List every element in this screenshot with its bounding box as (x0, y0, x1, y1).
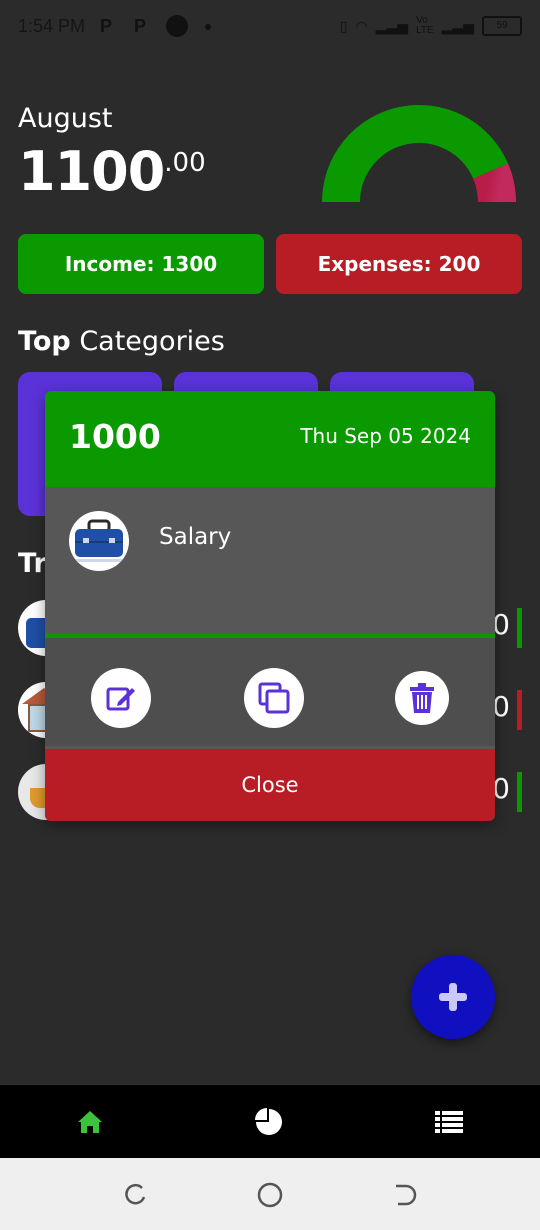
close-button[interactable]: Close (45, 749, 495, 821)
dialog-date: Thu Sep 05 2024 (300, 424, 471, 448)
gauge-expense-arc (472, 163, 516, 203)
expense-label: Expenses: 200 (317, 252, 481, 276)
home-icon (78, 1111, 102, 1133)
edit-button[interactable] (91, 668, 151, 728)
dialog-header: 1000 Thu Sep 05 2024 (45, 391, 495, 487)
gauge-income-arc (322, 105, 509, 203)
signal-icon: ▂▃▅ (375, 17, 409, 34)
briefcase-icon (69, 511, 129, 571)
title-rest: Categories (79, 326, 225, 357)
balance-amount: 1100.00 (18, 140, 206, 203)
transaction-detail-dialog: 1000 Thu Sep 05 2024 Salary Close (45, 391, 495, 821)
list-icon (435, 1111, 463, 1133)
nav-stats[interactable] (252, 1105, 286, 1139)
nav-home[interactable] (73, 1105, 107, 1139)
income-badge[interactable]: Income: 1300 (18, 234, 264, 294)
add-transaction-button[interactable] (411, 955, 495, 1039)
home-circle-icon[interactable] (256, 1181, 284, 1209)
transactions-title: Tr (18, 548, 47, 579)
edit-icon (106, 687, 135, 711)
copy-icon (258, 682, 290, 714)
transaction-type-bar (517, 690, 522, 730)
balance-gauge (322, 105, 516, 203)
recent-apps-icon[interactable] (122, 1182, 148, 1208)
vibrate-icon: ▯ (339, 17, 348, 34)
dialog-amount: 1000 (69, 417, 161, 456)
expense-badge[interactable]: Expenses: 200 (276, 234, 522, 294)
balance-cents: .00 (164, 148, 206, 178)
status-right: ▯ ◠ ▂▃▅ Vo LTE ▂▃▅ 59 (340, 14, 522, 38)
pie-chart-icon (255, 1108, 282, 1135)
nav-list[interactable] (432, 1105, 466, 1139)
p-icon: P (100, 16, 113, 36)
battery-icon: 59 (482, 16, 522, 36)
close-label: Close (241, 773, 299, 797)
transaction-type-bar (517, 772, 522, 812)
trash-icon (410, 683, 434, 713)
status-bar: 1:54 PM P P ▯ ◠ ▂▃▅ Vo LTE ▂▃▅ 59 (0, 0, 540, 56)
app-icon (166, 15, 188, 37)
volte-icon: Vo LTE (416, 15, 434, 36)
duplicate-button[interactable] (244, 668, 304, 728)
dialog-category: Salary (159, 524, 232, 550)
p-icon: P (134, 16, 147, 36)
top-categories-title: Top Categories (18, 326, 225, 357)
back-icon[interactable] (392, 1182, 418, 1208)
wifi-icon: ◠ (355, 17, 368, 34)
income-label: Income: 1300 (64, 252, 218, 276)
plus-icon (439, 983, 467, 1011)
title-bold: Top (18, 326, 71, 357)
delete-button[interactable] (395, 671, 449, 725)
bottom-navigation (0, 1084, 540, 1159)
dialog-actions (45, 638, 495, 746)
signal-icon: ▂▃▅ (441, 17, 474, 34)
status-time: 1:54 PM (18, 16, 86, 36)
transaction-type-bar (517, 608, 522, 648)
balance-main: 1100 (18, 140, 165, 203)
month-label: August (18, 103, 113, 134)
notification-dot-icon (205, 24, 211, 30)
system-navigation (0, 1158, 540, 1230)
